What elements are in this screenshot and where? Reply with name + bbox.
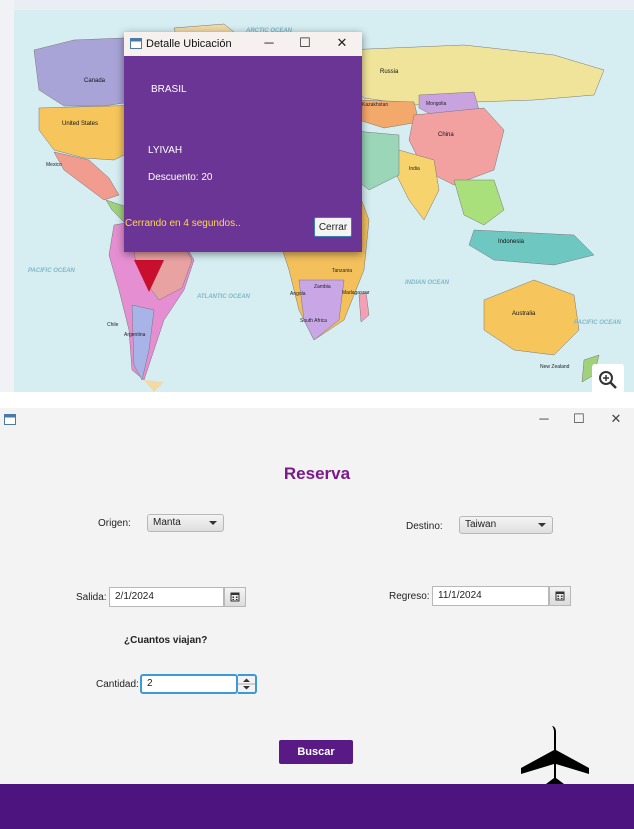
cantidad-input[interactable]: 2 <box>140 674 238 694</box>
salida-label: Salida: <box>76 592 107 603</box>
cantidad-stepper[interactable] <box>238 674 257 694</box>
destino-value: Taiwan <box>465 519 497 530</box>
country-label-indonesia: Indonesia <box>498 239 525 245</box>
minimize-button[interactable]: ─ <box>252 32 286 56</box>
chevron-down-icon <box>209 521 217 525</box>
antarctica-hint <box>144 380 164 392</box>
country-label-argentina: Argentina <box>124 332 146 338</box>
dialog-title-bar[interactable]: Detalle Ubicación ─ ☐ ✕ <box>124 32 362 56</box>
location-code: LYIVAH <box>148 145 183 156</box>
maximize-button[interactable]: ☐ <box>562 408 596 432</box>
country-label-mongolia: Mongolia <box>426 101 447 107</box>
map-window-left-border <box>0 0 14 392</box>
indonesia-shape <box>468 229 595 266</box>
ocean-label-atlantic: ATLANTIC OCEAN <box>196 294 251 300</box>
ocean-label-pacific-right: PACIFIC OCEAN <box>574 320 622 326</box>
salida-date-input[interactable]: 2/1/2024 <box>109 587 224 607</box>
cantidad-label: Cantidad: <box>96 679 139 690</box>
map-window: ARCTIC OCEAN PACIFIC OCEAN ATLANTIC OCEA… <box>0 0 634 408</box>
country-label-chile: Chile <box>107 322 119 328</box>
southeast-asia-shape <box>453 179 505 226</box>
page-title: Reserva <box>283 464 351 483</box>
zoom-in-icon <box>599 371 617 389</box>
country-label-new-zealand: New Zealand <box>540 364 570 370</box>
country-label-kazakhstan: Kazakhstan <box>362 102 388 108</box>
origen-label: Origen: <box>98 518 131 529</box>
country-label-india: India <box>409 166 420 172</box>
country-label-tanzania: Tanzania <box>332 268 352 274</box>
country-label-mexico: Mexico <box>46 162 62 168</box>
origen-value: Manta <box>153 517 181 528</box>
calendar-icon <box>230 592 240 602</box>
cantidad-value: 2 <box>147 678 153 689</box>
country-label-usa: United States <box>62 121 98 127</box>
airplane-icon <box>521 726 589 786</box>
reservation-window: ─ ☐ ✕ Reserva Origen: Manta Destino: Tai… <box>0 408 634 829</box>
salida-value: 2/1/2024 <box>115 591 154 602</box>
search-button[interactable]: Buscar <box>279 740 353 764</box>
window-close-button[interactable]: ✕ <box>599 408 633 432</box>
country-label-madagascar: Madagascar <box>342 290 370 296</box>
minimize-button[interactable]: ─ <box>527 408 561 432</box>
country-label-canada: Canada <box>84 78 106 84</box>
location-detail-dialog: Detalle Ubicación ─ ☐ ✕ BRASIL LYIVAH De… <box>124 32 362 252</box>
window-title-bar[interactable]: ─ ☐ ✕ <box>0 408 634 430</box>
country-label-australia: Australia <box>512 311 536 317</box>
country-label-south-africa: South Africa <box>300 318 327 324</box>
australia-shape <box>483 279 580 356</box>
country-label-china: China <box>438 132 454 138</box>
destino-select[interactable]: Taiwan <box>459 516 553 534</box>
country-label-angola: Angola <box>290 291 306 297</box>
ocean-label-pacific-left: PACIFIC OCEAN <box>28 268 76 274</box>
regreso-label: Regreso: <box>389 591 430 602</box>
regreso-value: 11/1/2024 <box>438 590 482 601</box>
origen-select[interactable]: Manta <box>147 514 224 532</box>
regreso-calendar-button[interactable] <box>549 586 571 606</box>
closing-countdown: Cerrando en 4 segundos.. <box>125 218 241 229</box>
madagascar-shape <box>358 291 370 323</box>
app-window-icon <box>4 414 16 425</box>
cerrar-button[interactable]: Cerrar <box>314 217 352 237</box>
dialog-close-icon-button[interactable]: ✕ <box>325 32 359 56</box>
footer-bar <box>0 784 634 829</box>
salida-calendar-button[interactable] <box>224 587 246 607</box>
destino-label: Destino: <box>406 521 443 532</box>
discount-text: Descuento: 20 <box>148 172 213 183</box>
calendar-icon <box>555 591 565 601</box>
ocean-label-indian: INDIAN OCEAN <box>405 280 450 286</box>
india-shape <box>393 149 440 221</box>
maximize-button[interactable]: ☐ <box>288 32 322 56</box>
country-label-russia: Russia <box>380 69 399 75</box>
country-name: BRASIL <box>151 84 187 95</box>
dialog-title: Detalle Ubicación <box>146 38 232 50</box>
map-window-bottom-strip <box>0 392 634 408</box>
country-label-zambia: Zambia <box>314 284 331 290</box>
travelers-question: ¿Cuantos viajan? <box>124 635 208 646</box>
chevron-down-icon <box>538 523 546 527</box>
app-window-icon <box>130 38 142 49</box>
stepper-arrows-icon <box>238 678 255 690</box>
regreso-date-input[interactable]: 11/1/2024 <box>432 586 549 606</box>
zoom-in-button[interactable] <box>592 364 624 394</box>
